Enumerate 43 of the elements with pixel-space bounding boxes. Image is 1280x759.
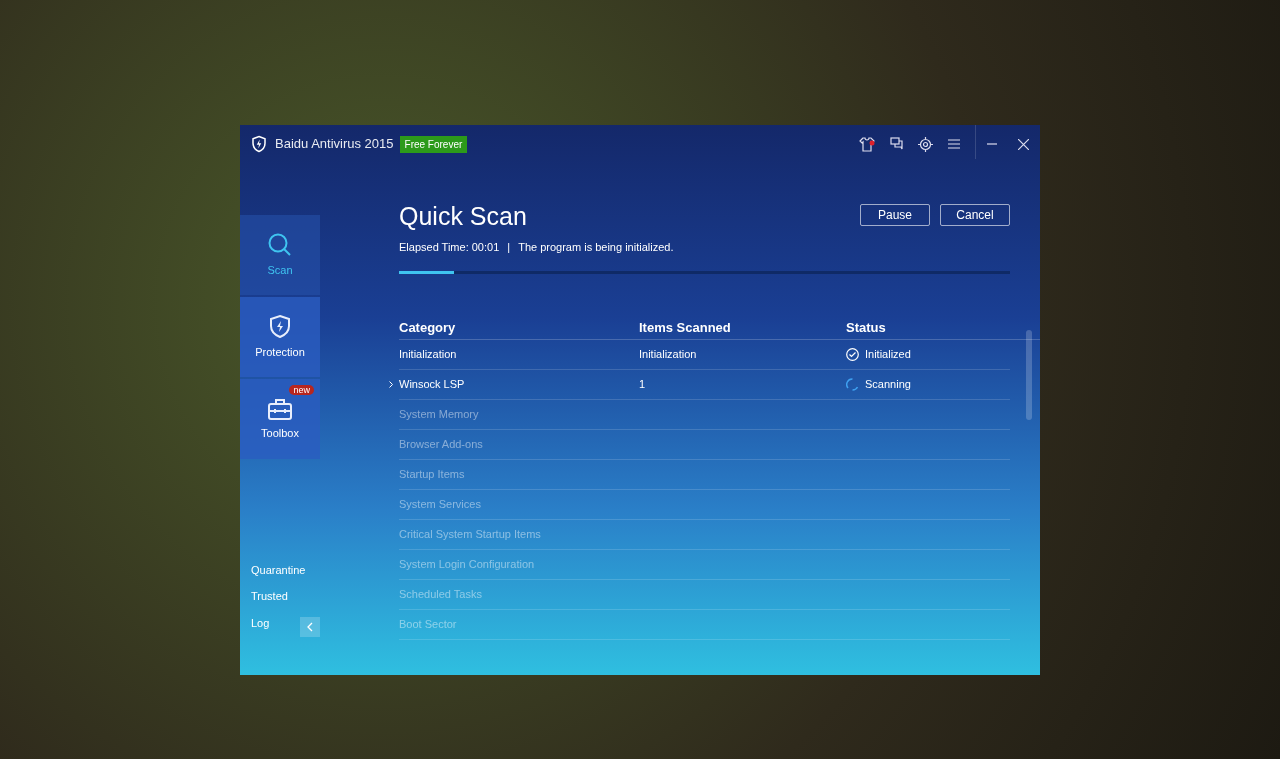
status-text: Scanning [865,376,911,392]
status-text: Initialized [865,346,911,362]
table-cell-text: System Memory [399,406,480,422]
table-cell-text: Critical System Startup Items [399,526,542,542]
table-cell-text: System Login Configuration [399,556,536,572]
nav-tab[interactable]: new Toolbox [240,379,320,459]
toolbox-icon [267,396,293,421]
elapsed-time: Elapsed Time: 00:01 [399,240,500,255]
free-forever-badge: Free Forever [399,135,468,153]
close-icon[interactable] [1018,138,1029,150]
new-badge: new [289,385,314,395]
column-header: Category [399,319,457,338]
separator: | [507,240,511,255]
shirt-icon[interactable] [859,136,876,152]
chevron-left-icon [307,622,313,632]
window-title: Baidu Antivirus 2015 [275,135,394,154]
nav-tab[interactable]: Scan [240,215,320,295]
action-button[interactable]: Pause [860,204,930,226]
menu-icon[interactable] [947,138,961,150]
spinner-icon [846,377,859,391]
table-cell-text: 1 [639,376,647,392]
table-cell-text: Initialization [639,346,698,362]
shield-icon [268,313,292,340]
table-cell-text: Startup Items [399,466,466,482]
scan-title: Quick Scan [399,201,528,231]
settings-icon[interactable] [918,136,933,152]
status-message: The program is being initialized. [518,240,674,255]
chat-icon[interactable] [890,137,904,151]
chevron-right-icon [389,380,393,388]
sidebar-link[interactable]: Quarantine [251,561,306,578]
search-icon [267,231,293,258]
table-cell-text: System Services [399,496,482,512]
action-button[interactable]: Cancel [940,204,1010,226]
table-cell-text: Winsock LSP [399,376,466,392]
table-cell-text: Boot Sector [399,616,458,632]
column-header: Items Scanned [639,319,732,338]
column-header: Status [846,319,887,338]
table-cell-text: Initialization [399,346,458,362]
nav-tab[interactable]: Protection [240,297,320,377]
table-cell-text: Browser Add-ons [399,436,484,452]
shield-logo-icon [250,135,268,153]
check-circle-icon [846,347,859,361]
table-cell-text: Scheduled Tasks [399,586,483,602]
